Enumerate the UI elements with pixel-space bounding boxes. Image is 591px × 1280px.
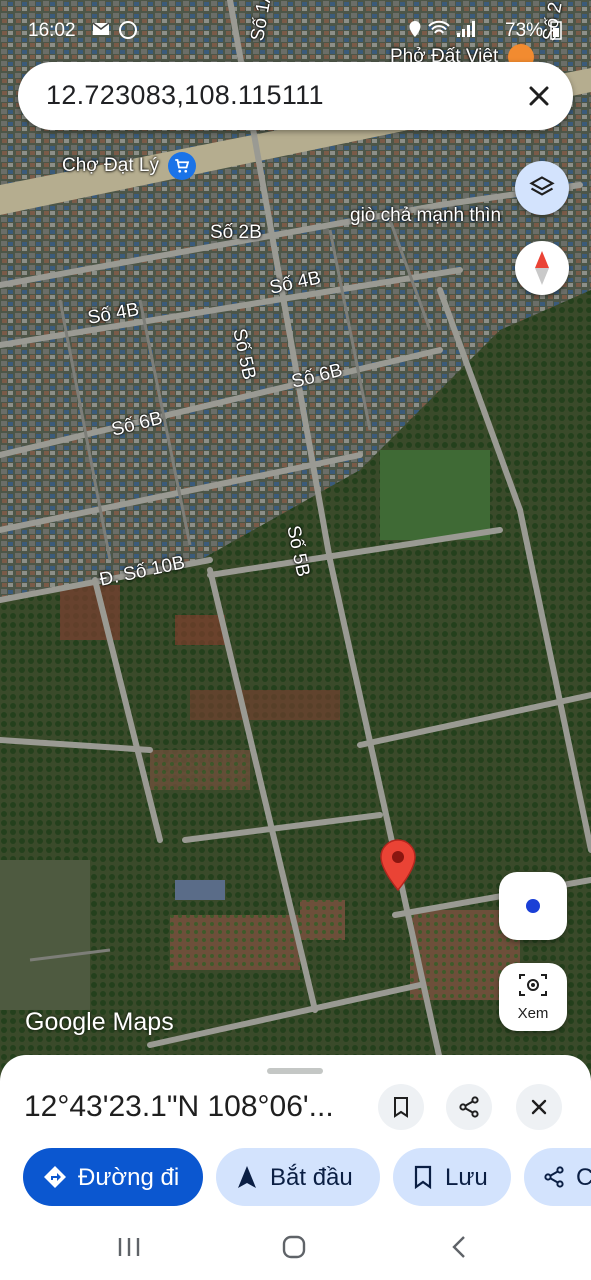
- bookmark-icon: [414, 1165, 432, 1189]
- close-icon: [531, 1099, 547, 1115]
- my-location-icon: [523, 896, 543, 916]
- battery-level: 73%: [505, 20, 544, 41]
- my-location-button[interactable]: [499, 872, 567, 940]
- directions-label: Đường đi: [78, 1164, 180, 1191]
- poi-restaurant-right[interactable]: giò chả mạnh thìn: [350, 205, 501, 227]
- system-navigation-bar: [0, 1215, 591, 1280]
- view-screenshot-button[interactable]: Xem: [499, 963, 567, 1031]
- place-coordinates: 12°43'23.1"N 108°06'...: [24, 1090, 334, 1123]
- status-bar: 16:02 73%: [0, 18, 591, 46]
- restaurant-name: giò chả mạnh thìn: [350, 205, 502, 226]
- messenger-icon: [119, 21, 137, 39]
- wifi-icon: [428, 20, 450, 34]
- share-label: C: [576, 1164, 591, 1191]
- save-label: Lưu: [445, 1164, 488, 1191]
- status-time: 16:02: [28, 20, 76, 41]
- location-icon: [409, 21, 421, 37]
- share-button[interactable]: [446, 1084, 492, 1130]
- navigation-arrow-icon: [238, 1166, 256, 1188]
- directions-chip[interactable]: Đường đi: [23, 1148, 203, 1206]
- start-label: Bắt đầu: [270, 1164, 353, 1191]
- signal-icon: [457, 21, 475, 37]
- close-icon[interactable]: [523, 80, 555, 112]
- share-icon: [544, 1166, 564, 1188]
- market-name: Chợ Đạt Lý: [62, 155, 159, 177]
- share-icon: [459, 1096, 479, 1118]
- search-bar[interactable]: 12.723083,108.115111: [18, 62, 573, 130]
- image-search-icon: [519, 974, 547, 996]
- shopping-cart-icon: [168, 152, 197, 180]
- battery-icon: [550, 21, 562, 40]
- sheet-drag-handle[interactable]: [267, 1068, 323, 1074]
- gmail-icon: [92, 22, 110, 35]
- road-label: Số 2B: [210, 222, 262, 243]
- bookmark-button[interactable]: [378, 1084, 424, 1130]
- back-icon[interactable]: [449, 1234, 469, 1260]
- poi-market-label[interactable]: Chợ Đạt Lý: [62, 152, 197, 180]
- layers-button[interactable]: [515, 161, 569, 215]
- start-chip[interactable]: Bắt đầu: [216, 1148, 380, 1206]
- view-label: Xem: [517, 1005, 549, 1022]
- search-query[interactable]: 12.723083,108.115111: [46, 80, 324, 111]
- recent-apps-icon[interactable]: [116, 1235, 142, 1259]
- google-maps-watermark: Google Maps: [25, 1008, 174, 1036]
- close-sheet-button[interactable]: [516, 1084, 562, 1130]
- compass-button[interactable]: [515, 241, 569, 295]
- save-chip[interactable]: Lưu: [393, 1148, 511, 1206]
- directions-icon: [44, 1166, 66, 1188]
- share-chip[interactable]: C: [524, 1148, 591, 1206]
- home-icon[interactable]: [281, 1234, 307, 1260]
- layers-icon: [529, 176, 555, 196]
- dropped-pin-icon[interactable]: [378, 838, 418, 892]
- bookmark-icon: [394, 1097, 408, 1118]
- compass-icon: [535, 251, 549, 285]
